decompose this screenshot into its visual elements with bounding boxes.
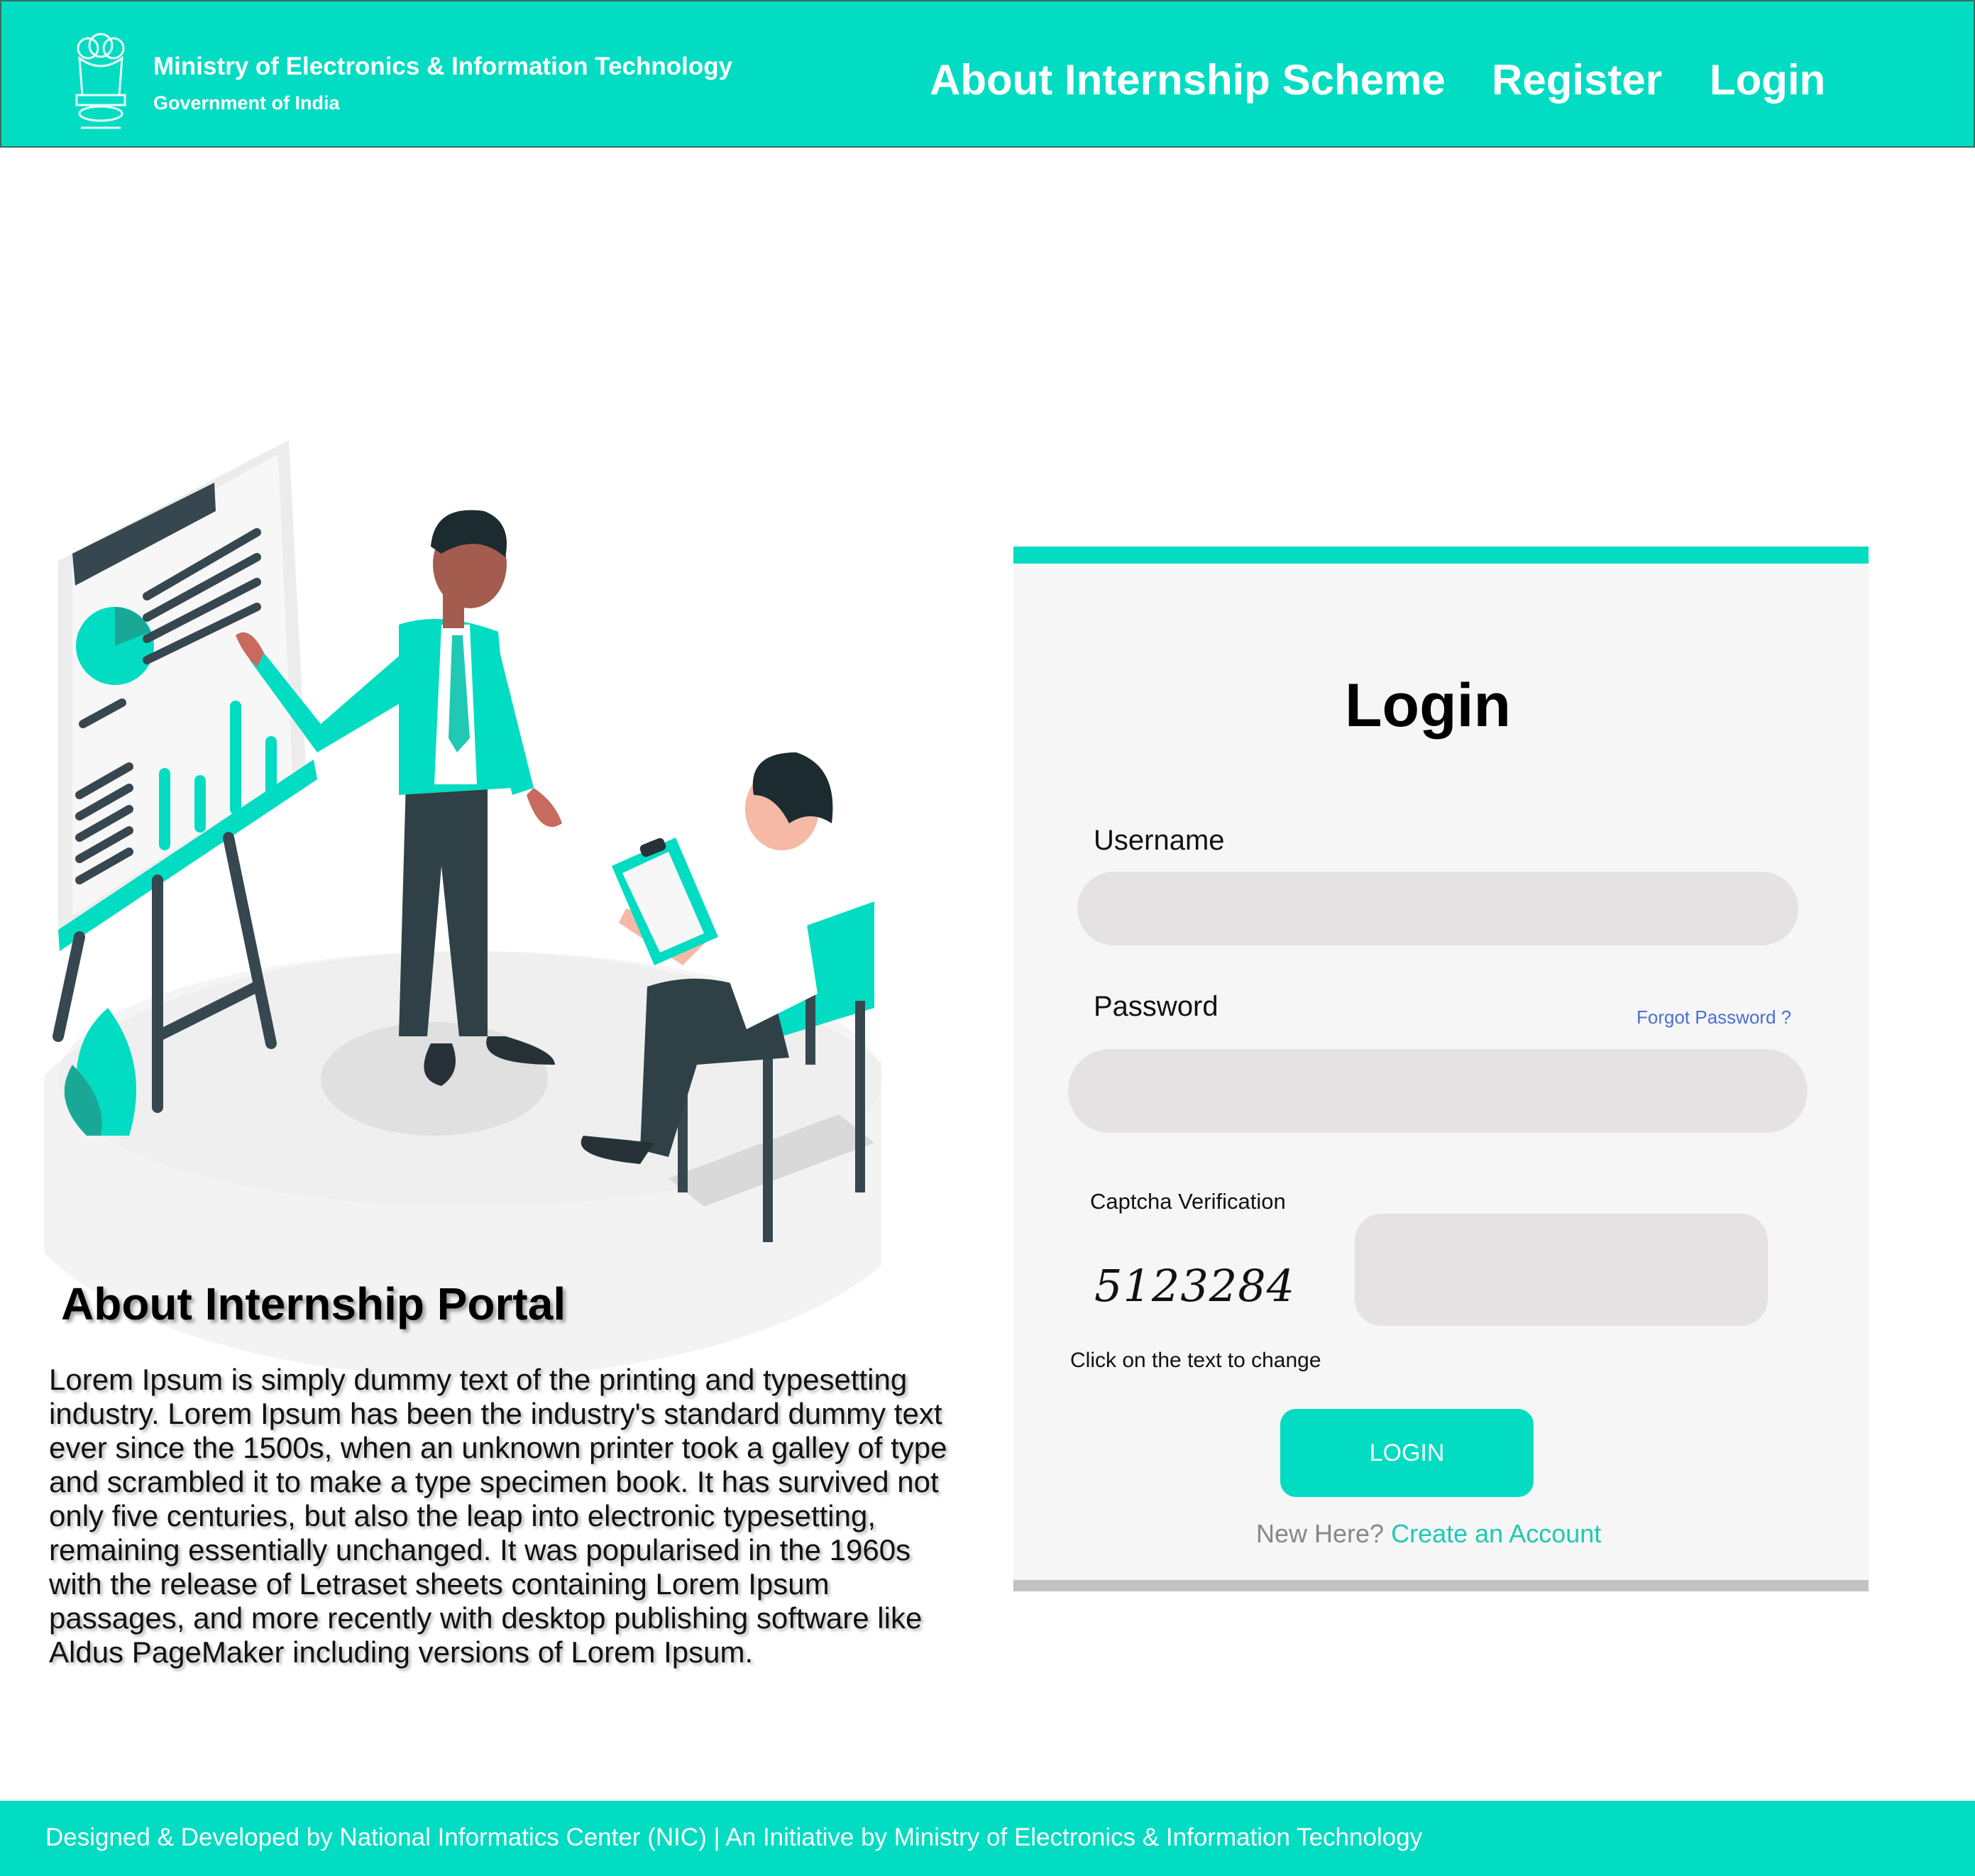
login-button-label: LOGIN xyxy=(1369,1439,1445,1466)
password-input[interactable] xyxy=(1068,1049,1808,1133)
nav-register[interactable]: Register xyxy=(1492,55,1662,104)
captcha-label: Captcha Verification xyxy=(1090,1189,1286,1214)
presentation-illustration xyxy=(44,440,881,1377)
login-title: Login xyxy=(1345,671,1512,740)
ministry-subtitle: Government of India xyxy=(153,92,340,114)
captcha-input[interactable] xyxy=(1355,1214,1768,1326)
about-portal-heading: About Internship Portal xyxy=(61,1278,566,1329)
captcha-hint: Click on the text to change xyxy=(1070,1349,1321,1372)
username-label: Username xyxy=(1094,825,1225,856)
ministry-title: Ministry of Electronics & Information Te… xyxy=(153,53,733,80)
site-footer: Designed & Developed by National Informa… xyxy=(0,1801,1975,1876)
create-account-link[interactable]: Create an Account xyxy=(1391,1519,1601,1548)
username-input[interactable] xyxy=(1077,872,1798,945)
new-here-line: New Here? Create an Account xyxy=(1256,1519,1601,1549)
captcha-image-text[interactable]: 5123284 xyxy=(1094,1260,1295,1312)
about-portal-body: Lorem Ipsum is simply dummy text of the … xyxy=(49,1363,947,1669)
site-header: Ministry of Electronics & Information Te… xyxy=(0,0,1975,148)
nav-login[interactable]: Login xyxy=(1710,55,1825,104)
new-here-text: New Here? xyxy=(1256,1519,1385,1548)
forgot-password-link[interactable]: Forgot Password ? xyxy=(1636,1006,1791,1028)
password-label: Password xyxy=(1094,991,1218,1022)
nav-about-internship-scheme[interactable]: About Internship Scheme xyxy=(930,55,1446,104)
footer-text: Designed & Developed by National Informa… xyxy=(45,1823,1423,1851)
national-emblem-icon xyxy=(75,33,126,129)
login-button[interactable]: LOGIN xyxy=(1280,1409,1534,1497)
